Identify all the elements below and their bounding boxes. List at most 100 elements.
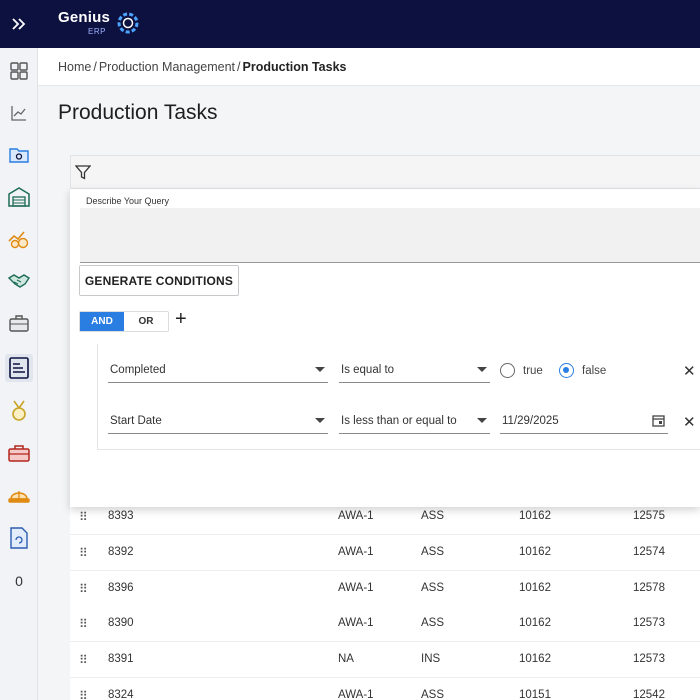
close-icon[interactable]: ✕: [683, 362, 696, 380]
table-cell: AWA-1: [338, 617, 374, 629]
breadcrumb-separator: /: [93, 59, 97, 74]
radio-false-label: false: [582, 364, 607, 377]
brand-sub: ERP: [88, 27, 106, 36]
double-chevron-right-icon[interactable]: [0, 0, 38, 48]
top-bar: Genius ERP: [0, 0, 700, 48]
table-cell: 8392: [108, 546, 134, 558]
breadcrumb-section[interactable]: Production Management: [99, 60, 235, 74]
radio-checked-icon: [559, 363, 574, 378]
radio-true[interactable]: true: [500, 363, 543, 378]
warehouse-icon[interactable]: [5, 183, 33, 211]
brand-name: Genius: [58, 9, 111, 26]
table-cell: ASS: [421, 617, 445, 629]
table-cell: 12573: [633, 617, 665, 629]
breadcrumb: Home / Production Management / Productio…: [38, 48, 700, 86]
condition-operator-value: Is equal to: [341, 363, 395, 376]
sidebar: 0: [0, 48, 38, 700]
condition-operator-value: Is less than or equal to: [341, 414, 457, 427]
date-value: 11/29/2025: [502, 414, 559, 427]
hardhat-icon[interactable]: [5, 481, 33, 509]
table-row[interactable]: ⠿ 8396 AWA-1 ASS 10162 12578: [70, 571, 700, 607]
table-cell: 12573: [633, 653, 665, 665]
condition-field-select[interactable]: Start Date: [108, 408, 328, 434]
table-cell: ASS: [421, 689, 445, 700]
table-cell: 10162: [519, 617, 551, 629]
drag-handle-icon[interactable]: ⠿: [79, 689, 88, 700]
handshake-icon[interactable]: [5, 267, 33, 295]
table-row[interactable]: ⠿ 8392 AWA-1 ASS 10162 12574: [70, 535, 700, 571]
table-cell: 12578: [633, 582, 665, 594]
drag-handle-icon[interactable]: ⠿: [79, 546, 88, 560]
table-cell: 10151: [519, 689, 551, 700]
table-row[interactable]: ⠿ 8391 NA INS 10162 12573: [70, 642, 700, 678]
table-cell: AWA-1: [338, 546, 374, 558]
table-cell: 12574: [633, 546, 665, 558]
gear-logo-icon: [117, 12, 139, 34]
condition-operator-select[interactable]: Is less than or equal to: [339, 408, 490, 434]
table-cell: ASS: [421, 510, 445, 522]
production-tasks-icon[interactable]: [5, 354, 33, 382]
calendar-icon[interactable]: [652, 414, 665, 427]
radio-unchecked-icon: [500, 363, 515, 378]
drag-handle-icon[interactable]: ⠿: [79, 653, 88, 667]
caret-down-icon: [315, 418, 325, 423]
caret-down-icon: [477, 367, 487, 372]
table-cell: 8390: [108, 617, 134, 629]
breadcrumb-separator: /: [237, 59, 241, 74]
condition-field-select[interactable]: Completed: [108, 357, 328, 383]
filter-toolbar: [71, 156, 700, 189]
table-cell: INS: [421, 653, 441, 665]
table-row[interactable]: ⠿ 8324 AWA-1 ASS 10151 12542: [70, 678, 700, 700]
logic-or-button[interactable]: OR: [124, 312, 168, 331]
conditions-list: Completed Is equal to true false ✕ Start…: [97, 344, 700, 450]
table-cell: NA: [338, 653, 354, 665]
condition-operator-select[interactable]: Is equal to: [339, 357, 490, 383]
condition-field-value: Start Date: [110, 414, 162, 427]
logic-and-button[interactable]: AND: [80, 312, 124, 331]
drag-handle-icon[interactable]: ⠿: [79, 510, 88, 524]
sidebar-count: 0: [15, 573, 23, 589]
drag-handle-icon[interactable]: ⠿: [79, 582, 88, 596]
document-sync-icon[interactable]: [5, 524, 33, 552]
table-cell: AWA-1: [338, 510, 374, 522]
table-cell: ASS: [421, 546, 445, 558]
page-title: Production Tasks: [58, 101, 218, 124]
table-cell: 12575: [633, 510, 665, 522]
generate-conditions-button[interactable]: GENERATE CONDITIONS: [79, 265, 239, 296]
query-label: Describe Your Query: [86, 196, 170, 206]
caret-down-icon: [477, 418, 487, 423]
query-input[interactable]: [80, 208, 700, 263]
filter-funnel-icon[interactable]: [75, 165, 91, 180]
radio-true-label: true: [523, 364, 543, 377]
add-condition-button[interactable]: +: [175, 308, 187, 330]
close-icon[interactable]: ✕: [683, 413, 696, 431]
radio-false[interactable]: false: [559, 363, 606, 378]
breadcrumb-current: Production Tasks: [242, 59, 347, 74]
table-cell: 10162: [519, 546, 551, 558]
dashboard-icon[interactable]: [5, 57, 33, 85]
table-cell: ASS: [421, 582, 445, 594]
table-cell: 10162: [519, 653, 551, 665]
medal-icon[interactable]: [5, 397, 33, 425]
date-input[interactable]: 11/29/2025: [500, 408, 668, 434]
brand-logo[interactable]: Genius ERP: [58, 9, 141, 36]
toolbox-icon[interactable]: [5, 439, 33, 467]
table-cell: 10162: [519, 582, 551, 594]
finance-icon[interactable]: [5, 225, 33, 253]
folder-settings-icon[interactable]: [5, 141, 33, 169]
table-cell: 8324: [108, 689, 134, 700]
table-cell: 12542: [633, 689, 665, 700]
breadcrumb-home[interactable]: Home: [58, 60, 91, 74]
table-row[interactable]: ⠿ 8390 AWA-1 ASS 10162 12573: [70, 606, 700, 642]
filter-panel: Describe Your Query GENERATE CONDITIONS …: [70, 189, 700, 507]
caret-down-icon: [315, 367, 325, 372]
analytics-icon[interactable]: [5, 99, 33, 127]
table-cell: AWA-1: [338, 689, 374, 700]
briefcase-icon[interactable]: [5, 309, 33, 337]
drag-handle-icon[interactable]: ⠿: [79, 617, 88, 631]
table-cell: 10162: [519, 510, 551, 522]
table-cell: 8396: [108, 582, 134, 594]
logic-toggle: AND OR: [79, 311, 169, 332]
table-cell: 8391: [108, 653, 134, 665]
condition-field-value: Completed: [110, 363, 166, 376]
